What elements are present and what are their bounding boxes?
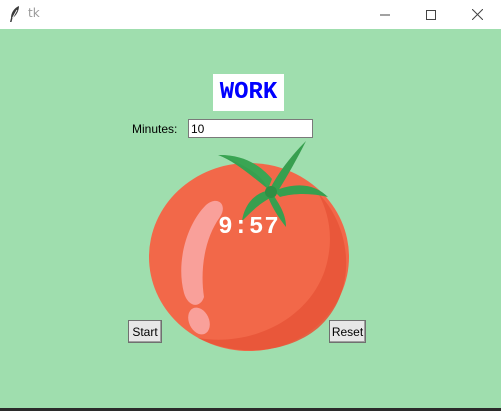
main-canvas: WORK Minutes: 9:57 Start Reset xyxy=(0,29,501,411)
title-bar[interactable]: tk xyxy=(0,0,501,30)
reset-button[interactable]: Reset xyxy=(329,320,366,343)
maximize-icon xyxy=(426,9,436,20)
timer-display: 9:57 xyxy=(218,214,280,241)
close-icon xyxy=(471,9,483,20)
start-button[interactable]: Start xyxy=(128,320,162,343)
maximize-button[interactable] xyxy=(408,0,454,29)
mode-label: WORK xyxy=(213,74,284,111)
tomato-icon xyxy=(149,141,349,351)
window-title: tk xyxy=(28,6,40,20)
minimize-icon xyxy=(380,14,390,15)
app-window: tk WORK Minutes: 10 9:57 Start Reset xyxy=(0,0,501,411)
feather-icon xyxy=(10,6,19,22)
close-button[interactable] xyxy=(454,0,500,29)
minimize-button[interactable] xyxy=(362,0,408,29)
